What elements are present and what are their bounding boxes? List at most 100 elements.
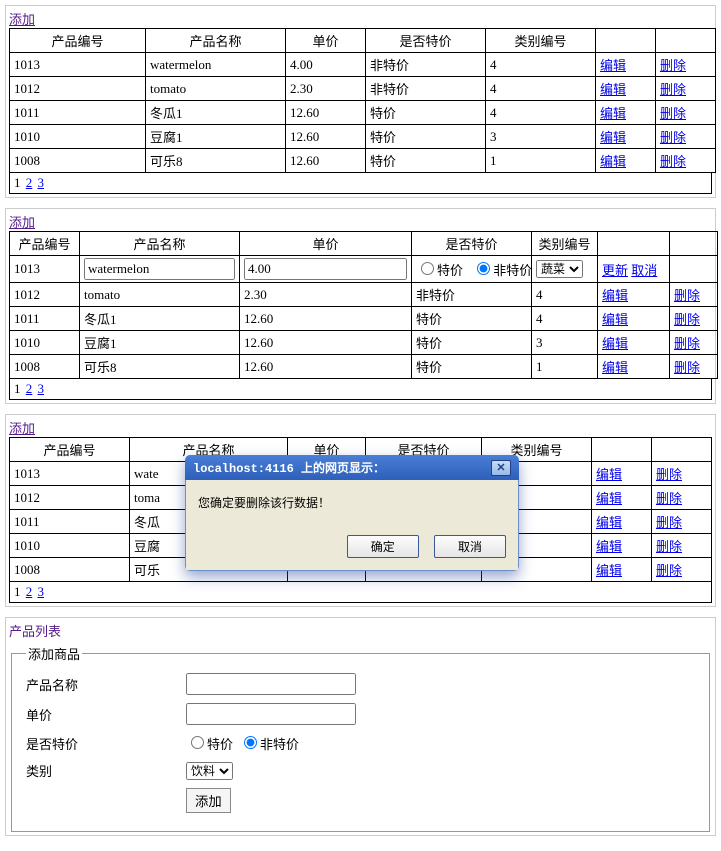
page-2[interactable]: 2: [26, 584, 33, 599]
col-price: 单价: [286, 29, 366, 53]
cell-name: 冬瓜1: [80, 307, 240, 331]
delete-link[interactable]: 删除: [674, 336, 700, 351]
delete-link[interactable]: 删除: [660, 58, 686, 73]
col-id: 产品编号: [10, 232, 80, 256]
edit-link[interactable]: 编辑: [600, 82, 626, 97]
edit-notspecial-radio[interactable]: 非特价: [472, 263, 532, 278]
edit-link[interactable]: 编辑: [602, 288, 628, 303]
cell-id: 1010: [10, 331, 80, 355]
edit-link[interactable]: 编辑: [596, 539, 622, 554]
edit-link[interactable]: 编辑: [600, 130, 626, 145]
page-3[interactable]: 3: [38, 584, 45, 599]
col-cat: 类别编号: [486, 29, 596, 53]
edit-link[interactable]: 编辑: [596, 467, 622, 482]
edit-link[interactable]: 编辑: [602, 312, 628, 327]
cell-id: 1008: [10, 558, 130, 582]
delete-link[interactable]: 删除: [656, 539, 682, 554]
edit-link[interactable]: 编辑: [596, 563, 622, 578]
delete-link[interactable]: 删除: [656, 467, 682, 482]
panel-read-only: 添加 产品编号 产品名称 单价 是否特价 类别编号 1013watermelon…: [5, 5, 716, 198]
update-link[interactable]: 更新: [602, 263, 628, 278]
cell-special: 特价: [366, 149, 486, 173]
page-1: 1: [14, 381, 21, 396]
delete-link[interactable]: 删除: [674, 312, 700, 327]
cell-price: 2.30: [286, 77, 366, 101]
col-price: 单价: [240, 232, 412, 256]
cell-price: 12.60: [286, 149, 366, 173]
cell-id: 1012: [10, 283, 80, 307]
delete-link[interactable]: 删除: [660, 82, 686, 97]
cancel-link[interactable]: 取消: [631, 263, 657, 278]
edit-category-select[interactable]: 蔬菜: [536, 260, 583, 278]
cell-id: 1008: [10, 149, 146, 173]
col-id: 产品编号: [10, 438, 130, 462]
form-notspecial-radio[interactable]: 非特价: [239, 733, 299, 753]
form-legend: 添加商品: [26, 644, 82, 663]
label-unit-price: 单价: [26, 705, 186, 724]
products-table-1: 产品编号 产品名称 单价 是否特价 类别编号 1013watermelon4.0…: [9, 28, 716, 173]
delete-link[interactable]: 删除: [656, 515, 682, 530]
edit-link[interactable]: 编辑: [600, 154, 626, 169]
delete-link[interactable]: 删除: [660, 106, 686, 121]
edit-price-input[interactable]: [244, 258, 407, 280]
edit-link[interactable]: 编辑: [600, 106, 626, 121]
edit-link[interactable]: 编辑: [596, 515, 622, 530]
dialog-close-button[interactable]: ✕: [491, 460, 511, 476]
delete-link[interactable]: 删除: [660, 130, 686, 145]
cell-id: 1011: [10, 510, 130, 534]
panel-add-form: 产品列表 添加商品 产品名称 单价 是否特价 特价 非特价 类别 饮料 添加: [5, 617, 716, 836]
products-table-2: 产品编号 产品名称 单价 是否特价 类别编号 1013 特价 非特价 蔬菜 更新…: [9, 231, 718, 379]
page-3[interactable]: 3: [38, 175, 45, 190]
form-submit-button[interactable]: 添加: [186, 788, 231, 813]
add-link-1[interactable]: 添加: [9, 12, 35, 27]
cell-id: 1012: [10, 77, 146, 101]
table-row: 1012tomato2.30非特价4编辑删除: [10, 77, 716, 101]
edit-row: 1013 特价 非特价 蔬菜 更新 取消: [10, 256, 718, 283]
dialog-title-text: localhost:4116 上的网页显示：: [193, 459, 385, 476]
pager-3: 1 2 3: [9, 582, 712, 603]
col-name: 产品名称: [146, 29, 286, 53]
edit-link[interactable]: 编辑: [602, 336, 628, 351]
delete-link[interactable]: 删除: [656, 491, 682, 506]
col-special: 是否特价: [366, 29, 486, 53]
cell-name: 冬瓜1: [146, 101, 286, 125]
edit-special-radio[interactable]: 特价: [416, 263, 463, 278]
dialog-cancel-button[interactable]: 取消: [434, 535, 506, 558]
label-category: 类别: [26, 761, 186, 780]
table-row: 1008可乐812.60特价1编辑删除: [10, 149, 716, 173]
edit-link[interactable]: 编辑: [602, 360, 628, 375]
table-row: 1010豆腐112.60特价3编辑删除: [10, 125, 716, 149]
dialog-message: 您确定要删除该行数据！: [198, 494, 506, 511]
product-list-heading: 产品列表: [9, 621, 712, 640]
form-price-input[interactable]: [186, 703, 356, 725]
cell-cat: 4: [486, 77, 596, 101]
col-special: 是否特价: [412, 232, 532, 256]
page-2[interactable]: 2: [26, 381, 33, 396]
delete-link[interactable]: 删除: [674, 288, 700, 303]
cell-price: 12.60: [286, 101, 366, 125]
cell-cat: 4: [532, 307, 598, 331]
form-category-select[interactable]: 饮料: [186, 762, 233, 780]
form-name-input[interactable]: [186, 673, 356, 695]
add-link-3[interactable]: 添加: [9, 421, 35, 436]
page-2[interactable]: 2: [26, 175, 33, 190]
edit-name-input[interactable]: [84, 258, 235, 280]
delete-link[interactable]: 删除: [674, 360, 700, 375]
cell-special: 特价: [366, 125, 486, 149]
col-cat: 类别编号: [532, 232, 598, 256]
table-row: 1010豆腐112.60特价3编辑删除: [10, 331, 718, 355]
cell-name: tomato: [146, 77, 286, 101]
cell-price: 12.60: [240, 331, 412, 355]
form-special-radio[interactable]: 特价: [186, 733, 233, 753]
edit-link[interactable]: 编辑: [596, 491, 622, 506]
page-3[interactable]: 3: [38, 381, 45, 396]
dialog-ok-button[interactable]: 确定: [347, 535, 419, 558]
cell-cat: 3: [532, 331, 598, 355]
add-link-2[interactable]: 添加: [9, 215, 35, 230]
edit-link[interactable]: 编辑: [600, 58, 626, 73]
delete-link[interactable]: 删除: [656, 563, 682, 578]
cell-price: 2.30: [240, 283, 412, 307]
delete-link[interactable]: 删除: [660, 154, 686, 169]
label-product-name: 产品名称: [26, 675, 186, 694]
col-name: 产品名称: [80, 232, 240, 256]
